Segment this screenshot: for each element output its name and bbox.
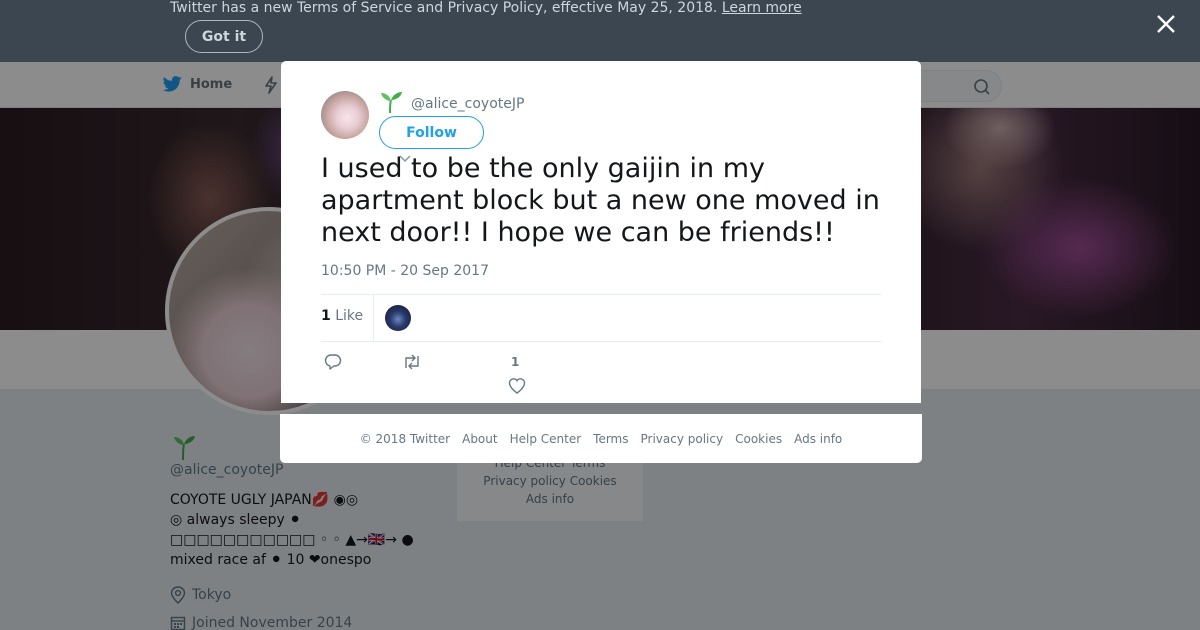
follow-button[interactable]: Follow (379, 116, 484, 149)
tweet-stats: 1 Like (321, 294, 881, 342)
tweet-text: I used to be the only gaijin in my apart… (321, 153, 880, 248)
like-count-label: Like (335, 308, 364, 324)
stats-divider (373, 295, 374, 342)
liker-avatar[interactable] (385, 305, 411, 331)
footer-cookies-link[interactable]: Cookies (735, 432, 782, 446)
learn-more-link[interactable]: Learn more (722, 0, 802, 16)
banner-message: Twitter has a new Terms of Service and P… (170, 0, 802, 16)
footer-about-link[interactable]: About (462, 432, 497, 446)
like-count[interactable]: 1 Like (321, 308, 363, 324)
close-icon[interactable] (1154, 12, 1178, 36)
heart-icon[interactable] (508, 377, 526, 395)
banner-text: Twitter has a new Terms of Service and P… (170, 0, 718, 16)
retweet-icon[interactable] (402, 353, 422, 371)
heart-count: 1 (511, 355, 520, 369)
tweet-modal: @alice_coyoteJP Follow I used to be the … (281, 61, 921, 403)
tweet-timestamp[interactable]: 10:50 PM - 20 Sep 2017 (321, 263, 489, 279)
tweet-author-avatar[interactable] (321, 91, 369, 139)
got-it-button[interactable]: Got it (185, 20, 263, 53)
footer-terms-link[interactable]: Terms (593, 432, 628, 446)
footer-ads-link[interactable]: Ads info (794, 432, 842, 446)
sprout-icon (381, 92, 402, 113)
modal-footer: © 2018 Twitter About Help Center Terms P… (280, 414, 922, 463)
footer-copyright: © 2018 Twitter (359, 431, 451, 446)
footer-privacy-link[interactable]: Privacy policy (641, 432, 724, 446)
footer-help-link[interactable]: Help Center (510, 432, 582, 446)
policy-banner: Twitter has a new Terms of Service and P… (0, 0, 1200, 62)
reply-icon[interactable] (324, 353, 342, 371)
like-count-number: 1 (321, 308, 331, 324)
tweet-author-handle[interactable]: @alice_coyoteJP (411, 96, 524, 112)
